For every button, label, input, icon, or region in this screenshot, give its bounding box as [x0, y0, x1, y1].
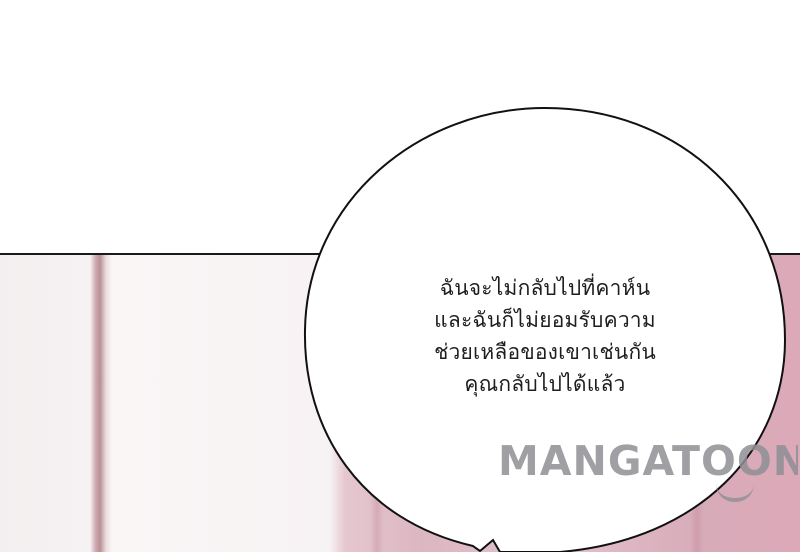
dialogue-line: ช่วยเหลือของเขาเช่นกัน	[434, 340, 656, 364]
mangatoon-watermark: MANGATOON	[498, 437, 798, 485]
dialogue-line: คุณกลับไปได้แล้ว	[464, 372, 626, 396]
speech-bubble-text: ฉันจะไม่กลับไปที่คาห์น และฉันก็ไม่ยอมรับ…	[380, 272, 710, 400]
dialogue-line: ฉันจะไม่กลับไปที่คาห์น	[439, 276, 651, 300]
dialogue-line: และฉันก็ไม่ยอมรับความ	[434, 308, 656, 332]
